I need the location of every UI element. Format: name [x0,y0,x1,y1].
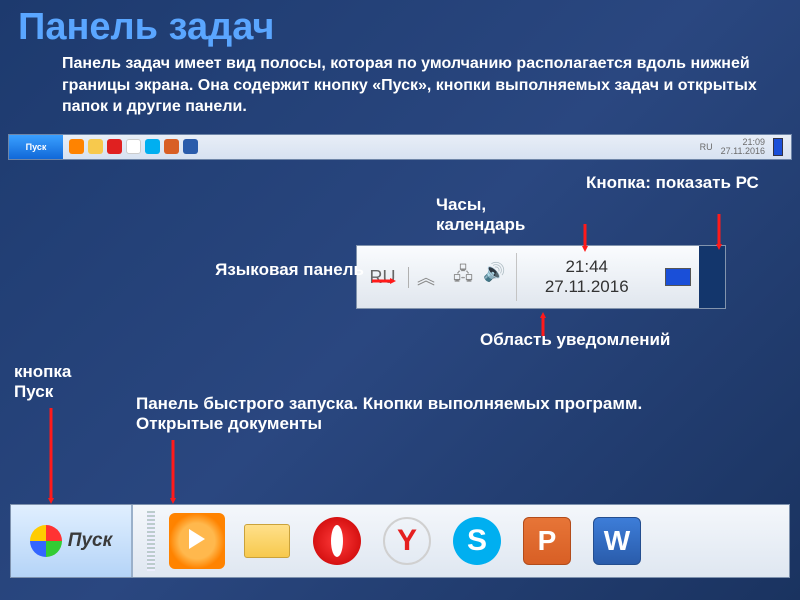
skype-icon[interactable] [145,139,160,154]
tray-date: 27.11.2016 [525,277,650,297]
arrow-icon [582,224,588,252]
yandex-icon[interactable]: Y [379,513,435,569]
opera-icon[interactable] [309,513,365,569]
wmp-icon[interactable] [69,139,84,154]
tray-expand-icon[interactable]: ︽ [409,264,443,290]
show-desktop-button[interactable] [699,246,725,308]
label-language: Языковая панель [214,260,364,280]
clock-area[interactable]: 21:44 27.11.2016 [516,253,658,302]
taskbar-full-screenshot: Пуск RU 21:09 27.11.2016 [8,134,792,160]
powerpoint-icon[interactable] [164,139,179,154]
yandex-icon[interactable] [126,139,141,154]
date-small: 27.11.2016 [721,147,765,156]
label-notify: Область уведомлений [480,330,670,350]
skype-icon[interactable]: S [449,513,505,569]
tray-magnified: RU ︽ 🖧 🔊 21:44 27.11.2016 [356,245,726,309]
volume-icon[interactable]: 🔊 [483,262,505,292]
label-quicklaunch: Панель быстрого запуска. Кнопки выполняе… [136,394,696,434]
start-label: Пуск [68,530,112,552]
label-clock: Часы, календарь [436,195,556,235]
network-icon[interactable]: 🖧 [453,262,473,292]
show-desktop-small[interactable] [773,138,783,156]
arrow-icon [372,278,396,284]
arrow-icon [170,440,176,504]
taskbar-magnified: Пуск Y S P W [10,504,790,578]
powerpoint-icon[interactable]: P [519,513,575,569]
tray-time: 21:44 [525,257,650,277]
intro-text: Панель задач имеет вид полосы, которая п… [0,53,800,128]
arrow-icon [540,312,546,336]
page-title: Панель задач [0,0,800,53]
opera-icon[interactable] [107,139,122,154]
monitor-icon[interactable] [657,268,699,286]
word-icon[interactable] [183,139,198,154]
label-start: кнопка Пуск [14,362,94,402]
lang-small[interactable]: RU [700,142,713,152]
explorer-icon[interactable] [239,513,295,569]
start-button-small[interactable]: Пуск [9,135,63,159]
language-indicator[interactable]: RU [357,267,409,288]
word-icon[interactable]: W [589,513,645,569]
arrow-icon [716,214,722,250]
start-button[interactable]: Пуск [11,505,133,577]
arrow-icon [48,408,54,504]
media-player-icon[interactable] [169,513,225,569]
windows-orb-icon [30,525,62,557]
label-show-desktop: Кнопка: показать РС [586,173,766,193]
quicklaunch-small [63,139,204,154]
tray-small: RU 21:09 27.11.2016 [692,138,791,156]
taskbar-separator [147,511,155,571]
folder-icon[interactable] [88,139,103,154]
